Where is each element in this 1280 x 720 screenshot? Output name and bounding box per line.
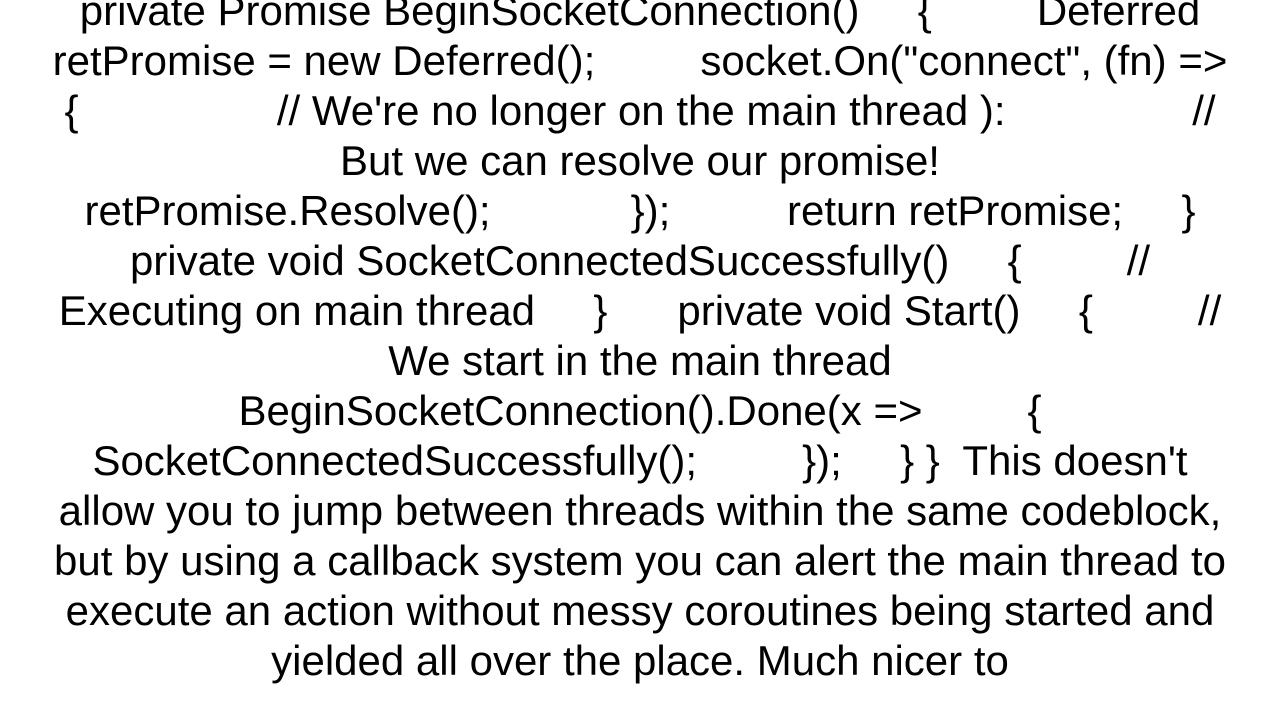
body-text: private Promise BeginSocketConnection() … xyxy=(0,0,1280,686)
document-page: private Promise BeginSocketConnection() … xyxy=(0,0,1280,720)
